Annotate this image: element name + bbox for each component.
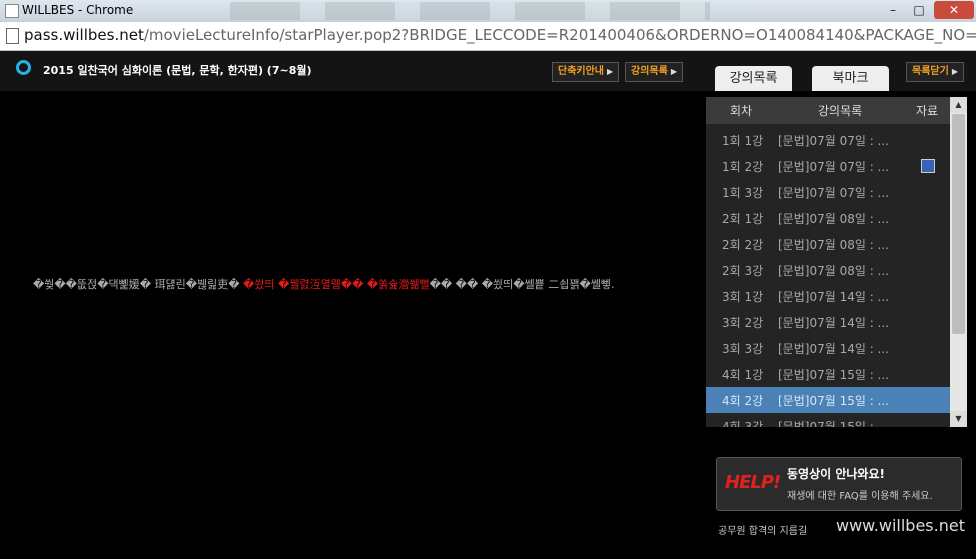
close-list-button[interactable]: 목록닫기 ▶ — [906, 62, 964, 82]
scroll-down-icon[interactable]: ▼ — [950, 411, 967, 427]
episode-label: 1회 3강 — [722, 186, 764, 200]
arrow-right-icon: ▶ — [670, 67, 677, 76]
list-item[interactable]: 3회 1강 [문법]07월 14일 : ... — [706, 283, 950, 309]
list-item[interactable]: 3회 3강 [문법]07월 14일 : ... — [706, 335, 950, 361]
maximize-button[interactable]: □ — [906, 1, 932, 19]
lecture-name: [문법]07월 07일 : ... — [778, 160, 889, 174]
scroll-up-icon[interactable]: ▲ — [950, 97, 967, 113]
lecture-name: [문법]07월 08일 : ... — [778, 264, 889, 278]
background-tabs — [230, 2, 710, 20]
lecture-name: [문법]07월 15일 : ... — [778, 420, 889, 427]
col-episode: 회차 — [730, 104, 753, 118]
window-titlebar: WILLBES - Chrome – □ ✕ — [0, 0, 976, 22]
tab-bookmark[interactable]: 북마크 — [812, 66, 889, 91]
lecture-title: 2015 일찬국어 심화이론 (문법, 문학, 한자편) (7~8월) — [43, 64, 312, 77]
lecture-name: [문법]07월 15일 : ... — [778, 394, 889, 408]
list-item[interactable]: 2회 2강 [문법]07월 08일 : ... — [706, 231, 950, 257]
lecture-name: [문법]07월 08일 : ... — [778, 212, 889, 226]
help-logo: HELP! — [725, 472, 781, 493]
error-text-2: �� �� �쑀띄�쎌뿉 二쇱꽭�쎌뼇. — [429, 278, 615, 291]
lecture-name: [문법]07월 14일 : ... — [778, 342, 889, 356]
episode-label: 2회 3강 — [722, 264, 764, 278]
close-list-label: 목록닫기 — [912, 66, 949, 77]
player-error-message: �쒖��뚮젅�댁뼱媛� 珥덇린�붾릺吏� �쑀띄 �꿸렰沍멸뮁�� �쏡슖瀯쒦뻘… — [33, 276, 615, 292]
app-icon — [5, 4, 19, 18]
video-area[interactable]: �쒖��뚮젅�댁뼱媛� 珥덇린�붾릺吏� �쑀띄 �꿸렰沍멸뮁�� �쏡슖瀯쒦뻘… — [0, 91, 706, 559]
lecture-list-label: 강의목록 — [631, 66, 668, 77]
page-icon — [6, 28, 19, 44]
scroll-thumb[interactable] — [952, 114, 965, 334]
url-host: pass.willbes.net — [24, 26, 144, 44]
player-header: 2015 일찬국어 심화이론 (문법, 문학, 한자편) (7~8월) 단축키안… — [0, 51, 976, 91]
error-text-1: �쒖��뚮젅�댁뼱媛� 珥덇린�붾릺吏� — [33, 278, 244, 291]
arrow-right-icon: ▶ — [607, 67, 614, 76]
episode-label: 4회 1강 — [722, 368, 764, 382]
lecture-name: [문법]07월 15일 : ... — [778, 368, 889, 382]
list-item[interactable]: 1회 1강 [문법]07월 07일 : ... — [706, 127, 950, 153]
col-lecture: 강의목록 — [818, 104, 863, 118]
url-field[interactable]: pass.willbes.net/movieLectureInfo/starPl… — [24, 26, 976, 44]
list-item[interactable]: 4회 1강 [문법]07월 15일 : ... — [706, 361, 950, 387]
list-item[interactable]: 4회 2강 [문법]07월 15일 : ... — [706, 387, 950, 413]
help-banner[interactable]: HELP! 동영상이 안나와요! 재생에 대한 FAQ를 이용해 주세요. — [716, 457, 962, 511]
episode-label: 3회 1강 — [722, 290, 764, 304]
episode-label: 4회 3강 — [722, 420, 764, 427]
episode-label: 1회 2강 — [722, 160, 764, 174]
col-material: 자료 — [916, 104, 939, 118]
error-text-red: �쑀띄 �꿸렰沍멸뮁�� �쏡슖瀯쒦뻘 — [243, 278, 430, 291]
list-item[interactable]: 1회 2강 [문법]07월 07일 : ... — [706, 153, 950, 179]
list-scrollbar[interactable]: ▲ ▼ — [950, 97, 967, 427]
episode-label: 3회 3강 — [722, 342, 764, 356]
episode-label: 3회 2강 — [722, 316, 764, 330]
circle-icon — [16, 60, 31, 75]
episode-label: 2회 2강 — [722, 238, 764, 252]
episode-label: 4회 2강 — [722, 394, 764, 408]
list-item[interactable]: 2회 3강 [문법]07월 08일 : ... — [706, 257, 950, 283]
lecture-name: [문법]07월 08일 : ... — [778, 238, 889, 252]
site-url: www.willbes.net — [836, 516, 965, 535]
arrow-right-icon: ▶ — [951, 67, 958, 76]
help-title: 동영상이 안나와요! — [787, 467, 885, 481]
lecture-name: [문법]07월 14일 : ... — [778, 290, 889, 304]
lecture-name: [문법]07월 07일 : ... — [778, 186, 889, 200]
address-bar[interactable]: pass.willbes.net/movieLectureInfo/starPl… — [0, 22, 976, 51]
lecture-list-button[interactable]: 강의목록 ▶ — [625, 62, 683, 82]
lecture-name: [문법]07월 07일 : ... — [778, 134, 889, 148]
episode-label: 2회 1강 — [722, 212, 764, 226]
help-subtitle: 재생에 대한 FAQ를 이용해 주세요. — [787, 491, 933, 502]
url-path: /movieLectureInfo/starPlayer.pop2?BRIDGE… — [143, 26, 976, 44]
shortcut-guide-label: 단축키안내 — [558, 66, 604, 77]
list-item[interactable]: 4회 3강 [문법]07월 15일 : ... — [706, 413, 950, 427]
list-item[interactable]: 2회 1강 [문법]07월 08일 : ... — [706, 205, 950, 231]
close-window-button[interactable]: ✕ — [934, 1, 974, 19]
slogan: 공무원 합격의 지름길 — [718, 526, 808, 537]
lecture-list-panel: 회차 강의목록 자료 1회 1강 [문법]07월 07일 : ... 1회 2강 [문… — [706, 97, 950, 427]
save-disk-icon[interactable] — [921, 159, 935, 173]
episode-label: 1회 1강 — [722, 134, 764, 148]
shortcut-guide-button[interactable]: 단축키안내 ▶ — [552, 62, 620, 82]
list-header: 회차 강의목록 자료 — [706, 97, 950, 124]
list-item[interactable]: 3회 2강 [문법]07월 14일 : ... — [706, 309, 950, 335]
list-item[interactable]: 1회 3강 [문법]07월 07일 : ... — [706, 179, 950, 205]
lecture-name: [문법]07월 14일 : ... — [778, 316, 889, 330]
tab-lecture-list[interactable]: 강의목록 — [715, 66, 792, 91]
minimize-button[interactable]: – — [880, 1, 906, 19]
window-title: WILLBES - Chrome — [22, 3, 134, 17]
